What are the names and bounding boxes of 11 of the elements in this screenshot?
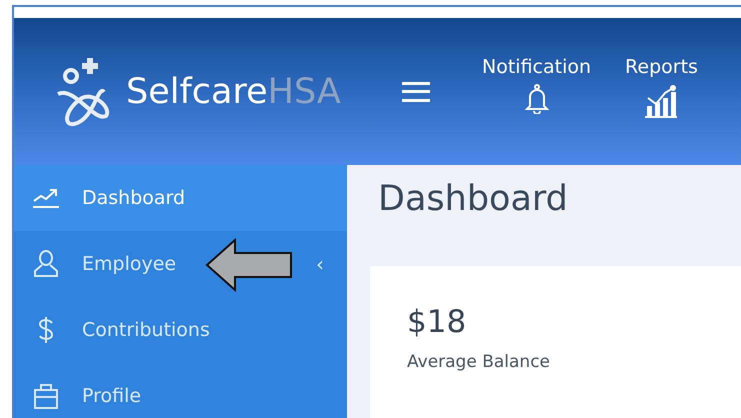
balance-value: $18 [407,304,468,340]
reports-button[interactable]: Reports [625,56,698,118]
brand-name: SelfcareHSA [126,72,341,112]
sidebar-item[interactable]: Dashboard [14,165,347,231]
notification-button[interactable]: Notification [482,56,592,118]
page-title: Dashboard [377,179,569,219]
sidebar-item[interactable]: Profile [14,363,347,418]
balance-label: Average Balance [407,352,552,372]
sidebar-item[interactable]: Employee ‹ [14,231,347,297]
chevron-icon: ‹ [316,252,324,276]
sidebar-item[interactable]: Contributions [14,297,347,363]
